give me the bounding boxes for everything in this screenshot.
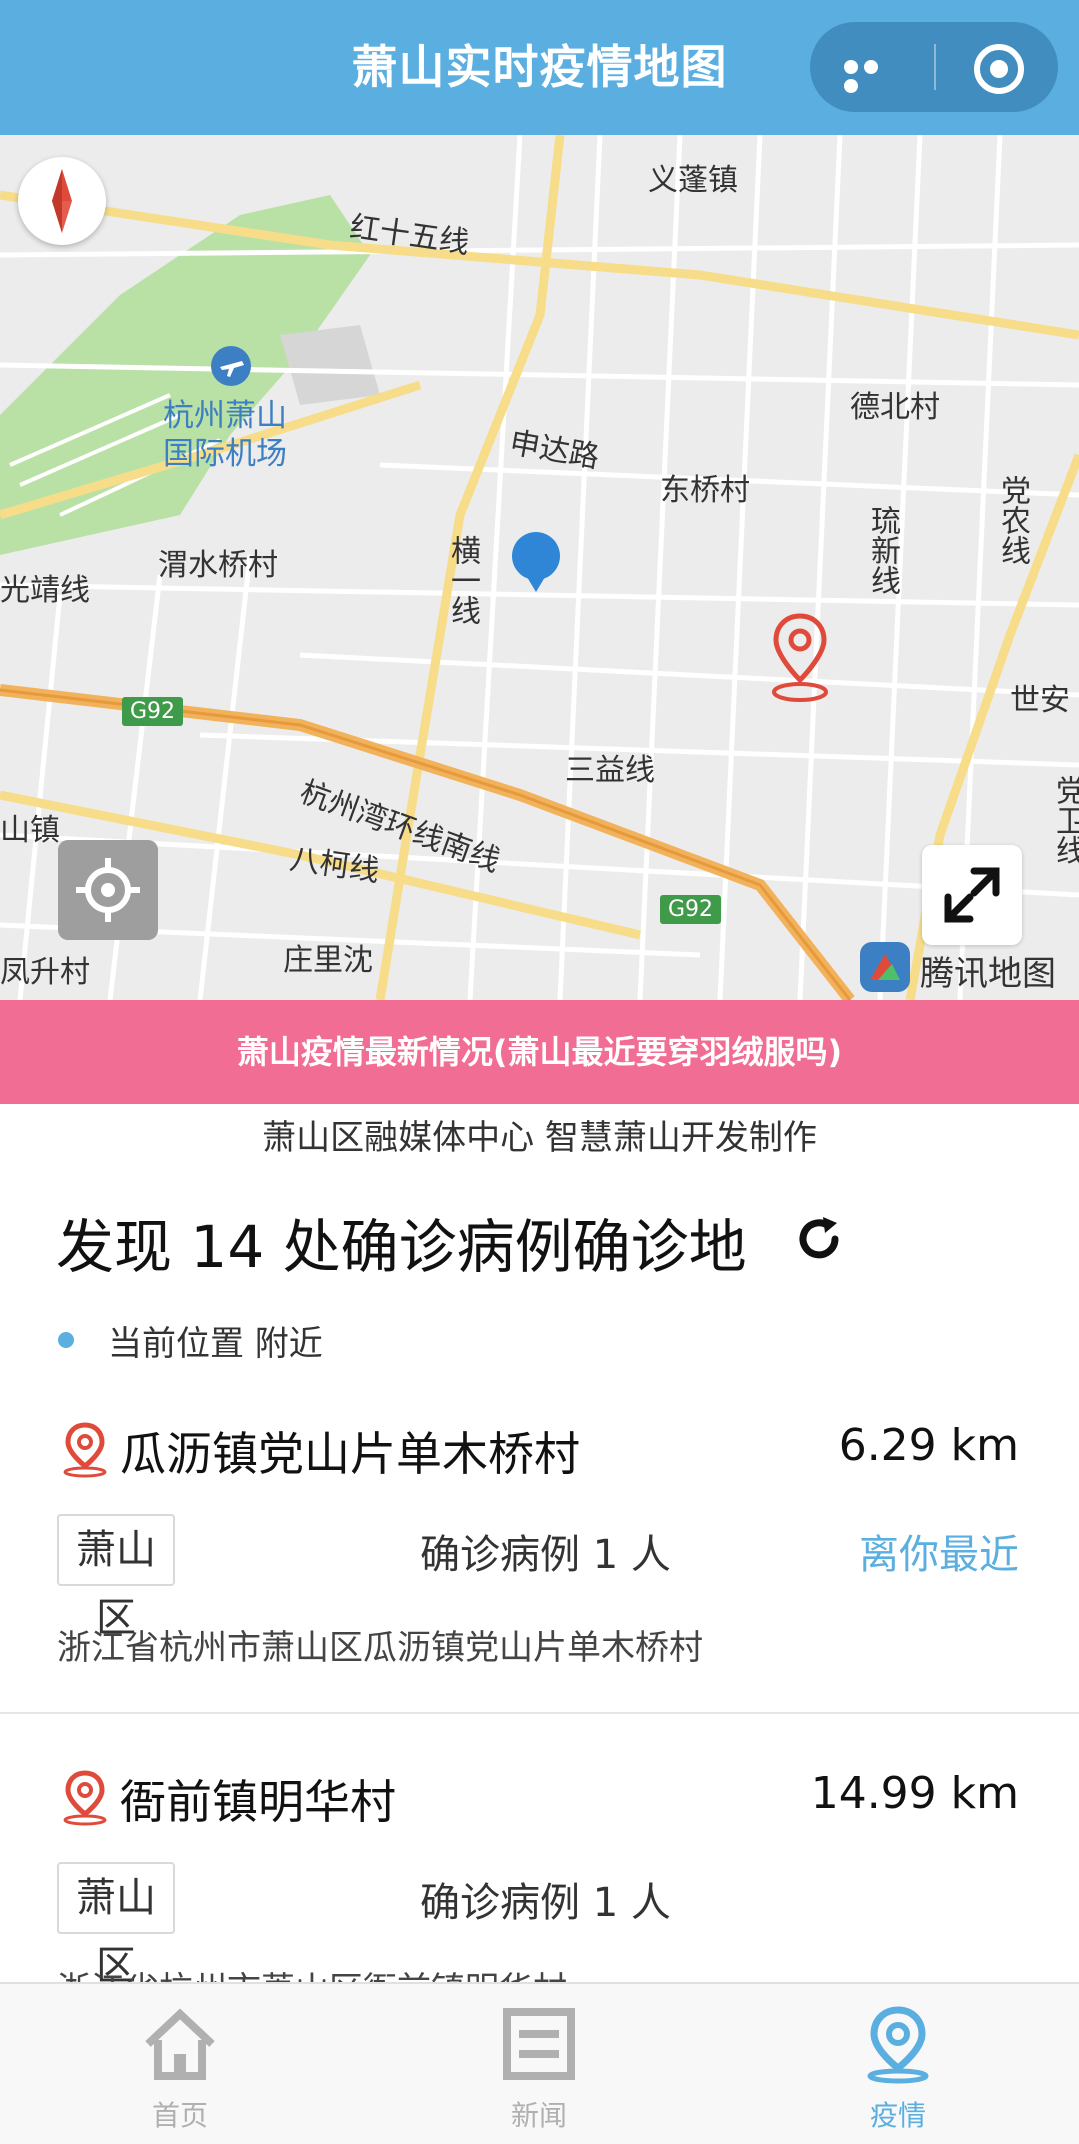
compass-icon[interactable] xyxy=(18,157,106,245)
district-tag: 萧山区 xyxy=(57,1514,175,1641)
headline-banner: 萧山疫情最新情况(萧山最近要穿羽绒服吗) xyxy=(0,1000,1079,1104)
more-button[interactable] xyxy=(810,22,934,112)
location-text: 当前位置 附近 xyxy=(108,1324,323,1364)
locate-crosshair-icon xyxy=(76,858,140,922)
map-label-liuxin: 琉新线 xyxy=(865,505,900,595)
map-label-dongqiao: 东桥村 xyxy=(660,473,750,508)
tab-label: 首页 xyxy=(151,2099,208,2132)
map-label-airport: 杭州萧山 国际机场 xyxy=(163,398,287,472)
map-label-heng: 横一线 xyxy=(445,535,480,625)
case-name: 衙前镇明华村 xyxy=(120,1775,396,1829)
brand-text: 腾讯地图 xyxy=(920,954,1056,994)
found-count-title: 发现 14 处确诊病例确诊地 xyxy=(56,1213,747,1281)
current-location-marker-icon xyxy=(512,532,560,592)
epidemic-pin-icon xyxy=(867,2006,929,2084)
tab-epidemic[interactable]: 疫情 xyxy=(808,1984,988,2144)
map-label-zhuangli: 庄里沈 xyxy=(283,943,373,978)
list-divider xyxy=(0,1712,1079,1714)
case-count: 确诊病例 1 人 xyxy=(420,1880,671,1926)
airport-icon xyxy=(211,346,251,386)
map-view[interactable]: 义蓬镇 红十五线 杭州萧山 国际机场 德北村 申达路 东桥村 党农线 琉新线 横… xyxy=(0,135,1079,1000)
map-label-guangjing: 光靖线 xyxy=(0,573,90,608)
map-label-shanzhen: 山镇 xyxy=(0,813,60,848)
district-tag: 萧山区 xyxy=(57,1862,175,1989)
case-distance: 6.29 km xyxy=(838,1420,1019,1471)
map-label-dangnong: 党农线 xyxy=(995,475,1030,565)
mini-program-capsule xyxy=(810,22,1058,112)
map-label-shian: 世安 xyxy=(1010,683,1070,718)
road-shield-g92: G92 xyxy=(660,895,722,924)
map-label-yipeng: 义蓬镇 xyxy=(648,163,738,198)
tab-home[interactable]: 首页 xyxy=(90,1984,270,2144)
map-label-fengsheng: 凤升村 xyxy=(0,955,90,990)
refresh-icon[interactable] xyxy=(793,1213,845,1265)
map-label-debei: 德北村 xyxy=(850,390,940,425)
case-distance: 14.99 km xyxy=(810,1768,1019,1819)
tab-news[interactable]: 新闻 xyxy=(449,1984,629,2144)
road-shield-g92: G92 xyxy=(122,697,184,726)
expand-arrows-icon xyxy=(944,867,1000,923)
tab-label: 新闻 xyxy=(510,2099,567,2132)
close-button[interactable] xyxy=(936,22,1058,112)
map-label-sanyi: 三益线 xyxy=(565,753,655,788)
case-location-pin-icon[interactable] xyxy=(768,610,832,710)
case-address: 浙江省杭州市萧山区瓜沥镇党山片单木桥村 xyxy=(57,1628,703,1668)
tab-bar: 首页 新闻 疫情 xyxy=(0,1982,1079,2144)
tab-label: 疫情 xyxy=(869,2099,926,2132)
locate-button[interactable] xyxy=(58,840,158,940)
map-label-dangwei: 党卫线 xyxy=(1050,775,1079,865)
case-count: 确诊病例 1 人 xyxy=(420,1532,671,1578)
case-pin-icon xyxy=(63,1770,107,1826)
map-label-weishui: 渭水桥村 xyxy=(158,548,278,583)
news-icon xyxy=(503,2008,575,2080)
more-dots-icon xyxy=(844,59,900,93)
home-icon xyxy=(145,2008,215,2080)
tencent-map-logo-icon xyxy=(860,942,910,992)
close-circle-icon xyxy=(974,44,1024,94)
credit-text: 萧山区融媒体中心 智慧萧山开发制作 xyxy=(262,1118,817,1158)
location-dot-icon xyxy=(58,1332,74,1348)
case-name: 瓜沥镇党山片单木桥村 xyxy=(120,1427,580,1481)
fullscreen-button[interactable] xyxy=(922,845,1022,945)
case-pin-icon xyxy=(63,1422,107,1478)
nav-header: 萧山实时疫情地图 xyxy=(0,0,1079,135)
nearest-tag: 离你最近 xyxy=(859,1532,1019,1578)
